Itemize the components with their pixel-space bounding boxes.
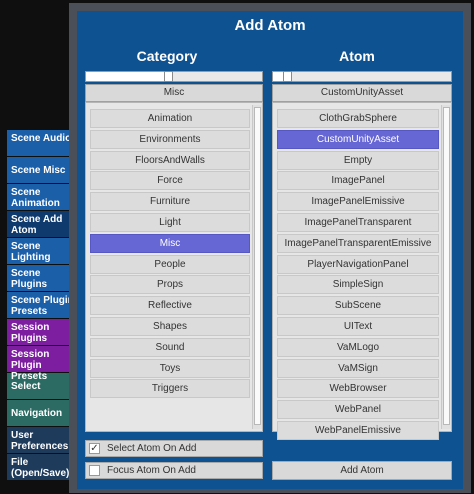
panel-title: Add Atom [234,17,306,34]
category-list-item[interactable]: Triggers [90,379,250,399]
side-tab-scene-misc[interactable]: Scene Misc [7,157,77,183]
atom-list-item[interactable]: ImagePanelTransparent [277,213,439,232]
atom-list-item[interactable]: ImagePanelEmissive [277,192,439,212]
slider-fill [86,72,168,81]
category-list-item[interactable]: Environments [90,129,250,149]
category-list-item[interactable]: Shapes [90,317,250,336]
atom-list: ClothGrabSphere CustomUnityAsset Empty Imag… [272,102,452,440]
atom-list-item[interactable]: VaMSign [277,358,439,378]
side-tab-file-open-save[interactable]: File (Open/Save) [7,454,77,480]
category-list-item[interactable]: Furniture [90,192,250,212]
category-header: Category [136,48,198,64]
atom-list-item[interactable]: WebBrowser [277,379,439,399]
category-list-item[interactable]: Misc [90,233,250,253]
category-list-item[interactable]: Reflective [90,296,250,316]
atom-selected-value[interactable]: CustomUnityAsset [272,84,452,102]
category-list-item[interactable]: Toys [90,358,250,378]
atom-list-item[interactable]: CustomUnityAsset [277,129,439,149]
side-tab-session-plugin-presets[interactable]: Session Plugin Presets [7,346,77,382]
slider-handle[interactable] [283,71,292,82]
side-tab-scene-add-atom[interactable]: Scene Add Atom [7,211,77,237]
category-selected-value[interactable]: Misc [85,84,263,102]
category-list-item[interactable]: Light [90,213,250,232]
select-atom-on-add-label: Select Atom On Add [107,443,197,454]
category-size-slider[interactable] [85,71,263,82]
slider-handle[interactable] [164,71,173,82]
select-atom-on-add-toggle[interactable]: ✓ Select Atom On Add [85,440,263,457]
side-tab-scene-animation[interactable]: Scene Animation [7,184,77,210]
side-tab-session-plugins[interactable]: Session Plugins [7,319,77,345]
checkbox-icon[interactable] [89,465,100,476]
atom-list-item[interactable]: PlayerNavigationPanel [277,254,439,274]
add-atom-panel: Add Atom Category Atom Misc CustomUnityA… [69,3,471,493]
category-list-item[interactable]: FloorsAndWalls [90,150,250,170]
side-tab-scene-plugins[interactable]: Scene Plugins [7,265,77,291]
side-tab-scene-audio[interactable]: Scene Audio [7,130,77,156]
atom-list-item[interactable]: Empty [277,150,439,170]
side-tab-scene-lighting[interactable]: Scene Lighting [7,238,77,264]
atom-list-item[interactable]: ImagePanel [277,171,439,191]
atom-list-item[interactable]: WebPanelEmissive [277,421,439,440]
atom-header: Atom [339,48,375,64]
checkmark-icon[interactable]: ✓ [89,443,100,454]
atom-list-item[interactable]: ClothGrabSphere [277,109,439,128]
atom-list-item[interactable]: SimpleSign [277,275,439,295]
add-atom-panel-inner: Add Atom Category Atom Misc CustomUnityA… [77,11,463,489]
category-list-item[interactable]: Animation [90,109,250,128]
atom-scrollbar[interactable] [441,105,451,429]
atom-scroll-thumb[interactable] [443,107,450,425]
atom-list-item[interactable]: ImagePanelTransparentEmissive [277,233,439,253]
focus-atom-on-add-label: Focus Atom On Add [107,465,196,476]
add-atom-button[interactable]: Add Atom [272,461,452,480]
side-tab-user-preferences[interactable]: User Preferences [7,427,77,453]
side-tab-scene-plugin-presets[interactable]: Scene Plugin Presets [7,292,77,318]
category-scrollbar[interactable] [252,105,262,429]
focus-atom-on-add-toggle[interactable]: Focus Atom On Add [85,462,263,479]
category-scroll-thumb[interactable] [254,107,261,425]
atom-size-slider[interactable] [272,71,452,82]
category-list-item[interactable]: Props [90,275,250,295]
category-list-item[interactable]: People [90,254,250,274]
atom-list-item[interactable]: VaMLogo [277,337,439,357]
atom-list-item[interactable]: SubScene [277,296,439,316]
category-list-item[interactable]: Force [90,171,250,191]
atom-list-item[interactable]: UIText [277,317,439,336]
atom-list-item[interactable]: WebPanel [277,400,439,420]
side-tab-column: Scene Audio Scene Misc Scene Animation Scen… [7,130,77,481]
category-list: Animation Environments FloorsAndWalls Force… [85,102,263,432]
category-list-item[interactable]: Sound [90,337,250,357]
side-tab-navigation[interactable]: Navigation [7,400,77,426]
